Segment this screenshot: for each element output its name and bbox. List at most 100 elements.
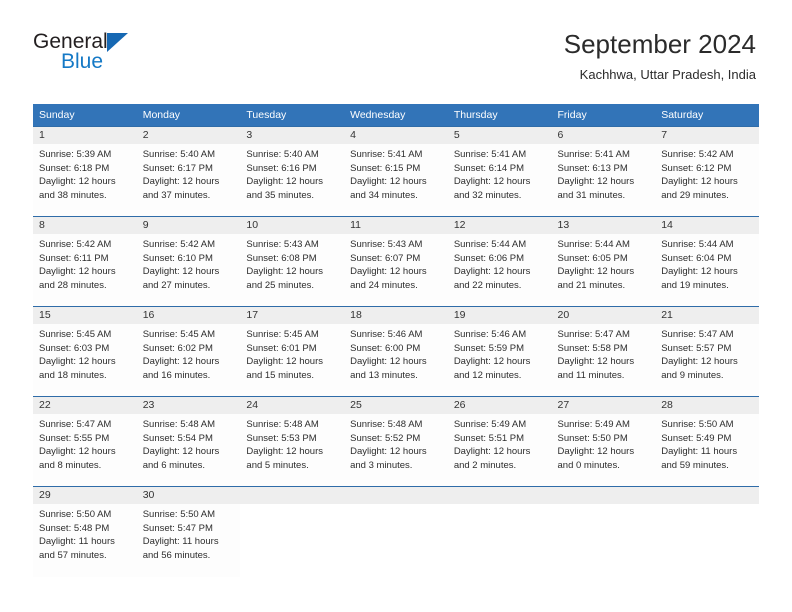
calendar-day-cell[interactable]: 24 Sunrise: 5:48 AM Sunset: 5:53 PM Dayligh… [240,396,345,487]
calendar-day-cell[interactable]: 2 Sunrise: 5:40 AM Sunset: 6:17 PM Daylight… [136,126,241,217]
daylight-text-line1: Daylight: 12 hours [246,356,323,368]
day-details: Sunrise: 5:39 AM Sunset: 6:18 PM Daylight:… [33,144,137,202]
calendar-day-cell[interactable]: 20 Sunrise: 5:47 AM Sunset: 5:58 PM Dayligh… [551,306,656,397]
weekday-header-thursday: Thursday [447,104,552,127]
sunset-text: Sunset: 6:05 PM [557,252,628,264]
day-number: 14 [655,217,759,234]
daylight-text-line1: Daylight: 11 hours [661,446,738,458]
sunset-text: Sunset: 5:52 PM [350,432,421,444]
sunrise-text: Sunrise: 5:40 AM [246,149,319,160]
daylight-text-line2: and 38 minutes. [39,189,107,201]
sunrise-text: Sunrise: 5:49 AM [557,419,630,430]
daylight-text-line2: and 27 minutes. [142,279,211,291]
calendar-day-cell[interactable]: 1 Sunrise: 5:39 AM Sunset: 6:18 PM Daylight… [33,126,137,217]
daylight-text-line1: Daylight: 12 hours [39,356,116,368]
day-details: Sunrise: 5:50 AM Sunset: 5:47 PM Daylight:… [137,504,241,562]
calendar-day-cell[interactable]: 4 Sunrise: 5:41 AM Sunset: 6:15 PM Daylight… [344,126,448,217]
calendar-day-cell[interactable]: 21 Sunrise: 5:47 AM Sunset: 5:57 PM Dayligh… [655,306,759,397]
calendar-day-cell[interactable]: 28 Sunrise: 5:50 AM Sunset: 5:49 PM Dayligh… [655,396,759,487]
sunrise-text: Sunrise: 5:45 AM [246,329,319,340]
calendar-day-cell[interactable]: 30 Sunrise: 5:50 AM Sunset: 5:47 PM Dayligh… [136,486,241,577]
day-details: Sunrise: 5:46 AM Sunset: 5:59 PM Daylight:… [448,324,552,382]
sunset-text: Sunset: 6:11 PM [39,252,109,264]
sunset-text: Sunset: 5:57 PM [661,342,732,354]
sunset-text: Sunset: 6:08 PM [246,252,317,264]
daylight-text-line1: Daylight: 12 hours [246,266,323,278]
calendar-day-cell[interactable]: 27 Sunrise: 5:49 AM Sunset: 5:50 PM Dayligh… [551,396,656,487]
calendar-day-cell[interactable]: 6 Sunrise: 5:41 AM Sunset: 6:13 PM Daylight… [551,126,656,217]
daylight-text-line1: Daylight: 12 hours [350,446,427,458]
calendar-week-row: 22 Sunrise: 5:47 AM Sunset: 5:55 PM Dayligh… [33,396,759,487]
sunset-text: Sunset: 5:59 PM [453,342,525,354]
day-details: Sunrise: 5:48 AM Sunset: 5:54 PM Daylight:… [137,414,241,472]
daylight-text-line2: and 21 minutes. [557,279,626,291]
calendar-day-cell[interactable]: 5 Sunrise: 5:41 AM Sunset: 6:14 PM Daylight… [447,126,552,217]
daylight-text-line1: Daylight: 12 hours [557,356,635,368]
day-details: Sunrise: 5:41 AM Sunset: 6:15 PM Daylight:… [344,144,448,202]
calendar-day-cell[interactable]: 3 Sunrise: 5:40 AM Sunset: 6:16 PM Daylight… [240,126,345,217]
sunset-text: Sunset: 5:48 PM [39,522,110,534]
calendar-day-cell[interactable]: 23 Sunrise: 5:48 AM Sunset: 5:54 PM Dayligh… [136,396,241,487]
daylight-text-line1: Daylight: 12 hours [350,176,427,188]
sunrise-text: Sunrise: 5:47 AM [39,419,112,430]
day-number: 23 [136,397,241,414]
day-details: Sunrise: 5:47 AM Sunset: 5:57 PM Daylight:… [655,324,759,382]
calendar-day-cell[interactable]: 19 Sunrise: 5:46 AM Sunset: 5:59 PM Dayligh… [447,306,552,397]
day-number: 19 [447,307,552,324]
calendar-day-cell[interactable]: 12 Sunrise: 5:44 AM Sunset: 6:06 PM Dayligh… [447,216,552,307]
page-title: September 2024 [563,29,756,59]
calendar-day-cell[interactable]: 9 Sunrise: 5:42 AM Sunset: 6:10 PM Daylight… [136,216,241,307]
calendar-day-cell[interactable]: 25 Sunrise: 5:48 AM Sunset: 5:52 PM Dayligh… [344,396,448,487]
day-number: 29 [33,487,137,504]
day-number: 8 [33,217,137,234]
day-number: 7 [655,127,759,144]
day-details: Sunrise: 5:42 AM Sunset: 6:11 PM Daylight:… [33,234,137,292]
logo-text-blue: Blue [61,50,104,73]
calendar-body: 1 Sunrise: 5:39 AM Sunset: 6:18 PM Daylight… [33,126,759,577]
daylight-text-line2: and 56 minutes. [142,549,211,561]
day-number: 18 [344,307,448,324]
calendar-day-cell[interactable]: 13 Sunrise: 5:44 AM Sunset: 6:05 PM Dayligh… [551,216,656,307]
title-block: September 2024 Kachhwa, Uttar Pradesh, I… [564,28,756,85]
calendar-day-cell[interactable]: 17 Sunrise: 5:45 AM Sunset: 6:01 PM Dayligh… [240,306,345,397]
sunset-text: Sunset: 6:17 PM [142,162,213,174]
calendar-day-cell[interactable]: 29 Sunrise: 5:50 AM Sunset: 5:48 PM Dayligh… [33,486,137,577]
calendar-day-cell[interactable]: 14 Sunrise: 5:44 AM Sunset: 6:04 PM Dayligh… [655,216,759,307]
sunrise-text: Sunrise: 5:48 AM [350,419,423,430]
daylight-text-line2: and 16 minutes. [142,369,211,381]
sunrise-text: Sunrise: 5:47 AM [661,329,734,340]
calendar-day-cell[interactable]: 8 Sunrise: 5:42 AM Sunset: 6:11 PM Daylight… [33,216,137,307]
daylight-text-line1: Daylight: 12 hours [453,176,531,188]
calendar-cell-empty [551,486,656,577]
daylight-text-line1: Daylight: 12 hours [557,176,635,188]
sunrise-text: Sunrise: 5:45 AM [142,329,216,340]
sunset-text: Sunset: 6:16 PM [246,162,317,174]
calendar-day-cell[interactable]: 7 Sunrise: 5:42 AM Sunset: 6:12 PM Daylight… [655,126,759,217]
day-number: 21 [655,307,759,324]
daylight-text-line2: and 13 minutes. [350,369,418,381]
calendar-day-cell[interactable]: 15 Sunrise: 5:45 AM Sunset: 6:03 PM Dayligh… [33,306,137,397]
page-header: General Blue September 2024 Kachhwa, Utt… [0,0,792,100]
calendar-day-cell[interactable]: 22 Sunrise: 5:47 AM Sunset: 5:55 PM Dayligh… [33,396,137,487]
sunrise-text: Sunrise: 5:40 AM [142,149,216,160]
daylight-text-line2: and 29 minutes. [661,189,729,201]
sunrise-sunset-calendar: Sunday Monday Tuesday Wednesday Thursday… [33,104,759,577]
day-details: Sunrise: 5:40 AM Sunset: 6:17 PM Daylight:… [137,144,241,202]
calendar-day-cell[interactable]: 18 Sunrise: 5:46 AM Sunset: 6:00 PM Dayligh… [344,306,448,397]
sunrise-text: Sunrise: 5:41 AM [453,149,527,160]
logo-triangle-icon [107,33,128,52]
sunrise-text: Sunrise: 5:48 AM [142,419,216,430]
general-blue-logo[interactable]: General Blue [33,30,213,78]
calendar-day-cell[interactable]: 26 Sunrise: 5:49 AM Sunset: 5:51 PM Dayligh… [447,396,552,487]
daylight-text-line2: and 59 minutes. [661,459,729,471]
calendar-day-cell[interactable]: 10 Sunrise: 5:43 AM Sunset: 6:08 PM Dayligh… [240,216,345,307]
calendar-day-cell[interactable]: 11 Sunrise: 5:43 AM Sunset: 6:07 PM Dayligh… [344,216,448,307]
daylight-text-line1: Daylight: 12 hours [39,176,116,188]
calendar-page: General Blue September 2024 Kachhwa, Utt… [0,0,792,612]
day-number: 5 [447,127,552,144]
weekday-header-monday: Monday [136,104,241,127]
daylight-text-line1: Daylight: 12 hours [661,176,738,188]
daylight-text-line1: Daylight: 12 hours [246,176,323,188]
calendar-day-cell[interactable]: 16 Sunrise: 5:45 AM Sunset: 6:02 PM Dayligh… [136,306,241,397]
daylight-text-line1: Daylight: 12 hours [39,446,116,458]
